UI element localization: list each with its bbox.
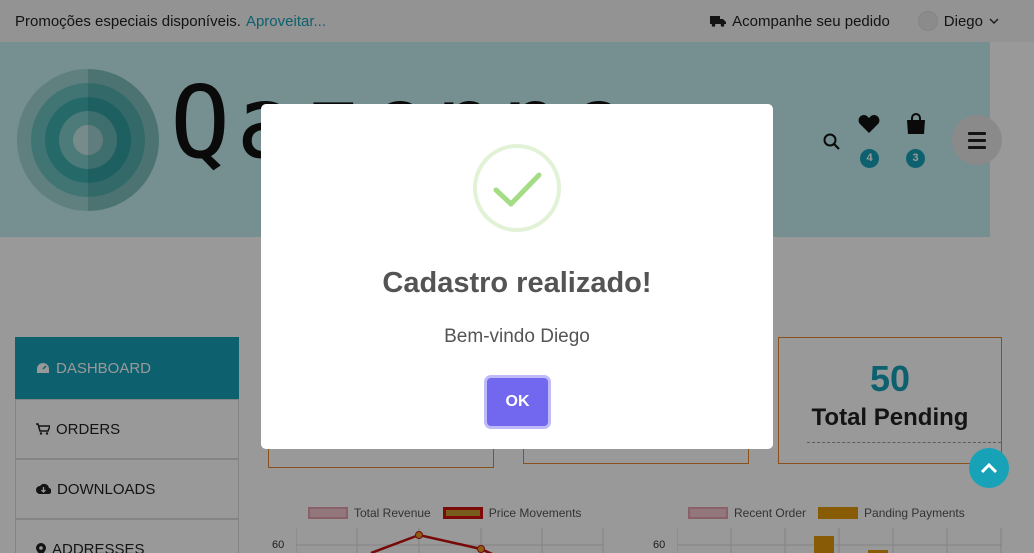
dialog-message: Bem-vindo Diego <box>444 326 590 347</box>
scroll-to-top-button[interactable] <box>969 448 1009 488</box>
ok-button[interactable]: OK <box>487 378 548 426</box>
checkmark-icon <box>473 144 561 232</box>
dialog-title: Cadastro realizado! <box>382 267 652 299</box>
success-dialog: Cadastro realizado! Bem-vindo Diego OK <box>261 104 773 449</box>
chevron-up-icon <box>980 462 998 474</box>
